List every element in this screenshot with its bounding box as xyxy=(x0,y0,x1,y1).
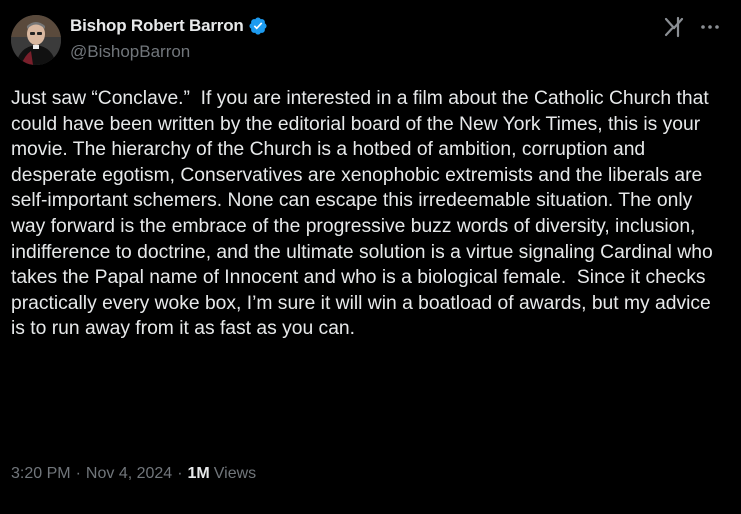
grok-icon[interactable] xyxy=(663,16,685,38)
views-count: 1M xyxy=(187,465,210,482)
verified-badge-icon[interactable] xyxy=(248,16,268,36)
tweet-text: Just saw “Conclave.” If you are interest… xyxy=(11,88,719,340)
author-display-name[interactable]: Bishop Robert Barron xyxy=(70,16,244,36)
avatar[interactable] xyxy=(11,15,61,65)
tweet-date[interactable]: Nov 4, 2024 xyxy=(86,465,172,483)
tweet-card: Bishop Robert Barron @BishopBarron Just xyxy=(0,0,741,514)
tweet-top-actions xyxy=(663,16,721,38)
author-handle[interactable]: @BishopBarron xyxy=(70,42,190,62)
views-label: Views xyxy=(213,465,257,482)
more-options-icon[interactable] xyxy=(699,16,721,38)
tweet-meta: 3:20 PM · Nov 4, 2024 · 1M Views xyxy=(11,465,256,483)
tweet-time[interactable]: 3:20 PM xyxy=(11,465,71,483)
meta-separator: · xyxy=(177,465,183,482)
meta-separator: · xyxy=(75,465,81,482)
author-name-row: Bishop Robert Barron xyxy=(70,16,268,36)
